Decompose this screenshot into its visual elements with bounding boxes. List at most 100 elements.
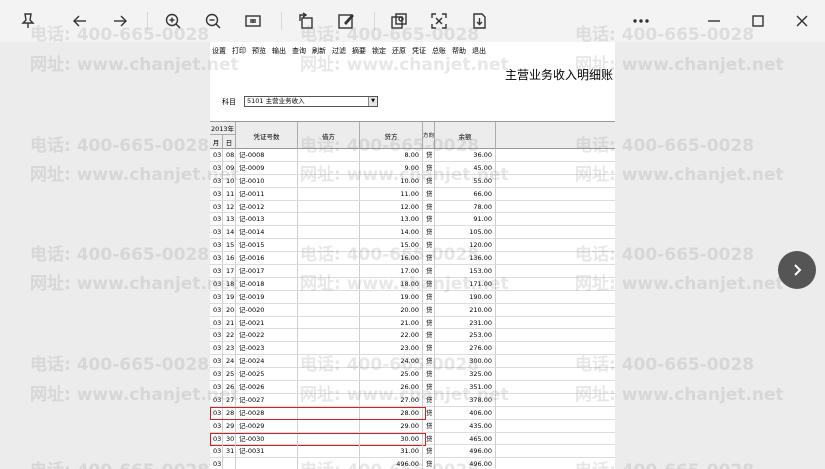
cell-direction: 贷 [423,161,435,174]
cell-voucher: 记-0020 [236,303,298,316]
cell-credit: 496.00 [360,458,423,469]
table-row: 03 15 记-0015 15.00 贷 120.00 [210,239,615,253]
cell-day: 16 [223,252,236,265]
cell-balance: 496.00 [435,458,496,469]
ledger-menu-bar: 设置 打印 预览 输出 查询 刷新 过滤 摘要 锁定 还原 凭证 总账 帮助 退出 [210,44,615,58]
rotate-icon[interactable] [294,9,318,33]
table-row: 03 21 记-0021 21.00 贷 231.00 [210,316,615,330]
cell-month: 03 [210,226,223,239]
cell-balance: 55.00 [435,174,496,187]
cell-direction: 贷 [423,187,435,200]
subject-select: 5101 主营业务收入 ▼ [244,96,378,107]
cell-day: 11 [223,187,236,200]
cell-balance: 45.00 [435,161,496,174]
table-row: 03 29 记-0029 29.00 贷 435.00 [210,419,615,433]
cell-debit [298,406,360,419]
cell-credit: 12.00 [360,200,423,213]
ledger-title: 主营业务收入明细账 [504,68,613,82]
cell-voucher [236,458,298,469]
cell-debit [298,342,360,355]
cell-day: 20 [223,303,236,316]
more-icon[interactable] [629,9,653,33]
cell-credit: 17.00 [360,265,423,278]
cell-credit: 25.00 [360,368,423,381]
cell-month: 03 [210,368,223,381]
cell-balance: 435.00 [435,419,496,432]
cell-day: 17 [223,265,236,278]
minimize-icon[interactable] [702,9,726,33]
cell-debit [298,239,360,252]
toolbar-divider [147,12,148,30]
cell-voucher: 记-0009 [236,161,298,174]
next-page-button[interactable] [778,251,816,289]
table-row: 03 11 记-0011 11.00 贷 66.00 [210,187,615,201]
watermark-site: 网址: www.chanjet.net [30,165,239,185]
cell-month: 03 [210,432,223,445]
edit-icon[interactable] [334,9,358,33]
cell-debit [298,187,360,200]
watermark-phone: 电话: 400-665-0028 [30,245,210,265]
watermark-phone: 电话: 400-665-0028 [30,355,210,375]
pin-icon[interactable] [16,9,40,33]
maximize-icon[interactable] [746,9,770,33]
table-row: 03 08 记-0008 8.00 贷 36.00 [210,149,615,162]
back-icon[interactable] [68,9,92,33]
forward-icon[interactable] [108,9,132,33]
cell-credit: 21.00 [360,316,423,329]
cell-debit [298,200,360,213]
download-icon[interactable] [467,9,491,33]
cell-credit: 27.00 [360,393,423,406]
toolbar-divider [374,12,375,30]
ledger-menu-item: 帮助 [452,47,466,55]
cell-voucher: 记-0012 [236,200,298,213]
cell-voucher: 记-0019 [236,290,298,303]
cell-debit [298,368,360,381]
cell-balance: 325.00 [435,368,496,381]
cell-month: 03 [210,316,223,329]
ledger-menu-item: 凭证 [412,47,426,55]
cell-debit [298,432,360,445]
ledger-menu-item: 输出 [272,47,286,55]
ledger-menu-item: 退出 [472,47,486,55]
cell-credit: 22.00 [360,329,423,342]
actual-size-icon[interactable] [241,9,265,33]
cell-credit: 11.00 [360,187,423,200]
cell-day: 24 [223,355,236,368]
header-year: 2013年 [210,122,236,135]
cell-balance: 253.00 [435,329,496,342]
cell-debit [298,419,360,432]
cell-direction: 贷 [423,355,435,368]
ledger-menu-item: 预览 [252,47,266,55]
watermark-phone: 电话: 400-665-0028 [30,136,210,156]
table-row: 03 22 记-0022 22.00 贷 253.00 [210,329,615,343]
cell-month: 03 [210,355,223,368]
cell-month: 03 [210,419,223,432]
cell-direction: 贷 [423,381,435,394]
header-month: 月 [210,135,223,149]
chevron-down-icon: ▼ [368,97,377,106]
cell-month: 03 [210,174,223,187]
cell-voucher: 记-0030 [236,432,298,445]
close-icon[interactable] [790,9,814,33]
cell-credit: 24.00 [360,355,423,368]
ledger-menu-item: 锁定 [372,47,386,55]
zoom-in-icon[interactable] [161,9,185,33]
cell-voucher: 记-0016 [236,252,298,265]
cell-direction: 贷 [423,149,435,161]
cell-month: 03 [210,329,223,342]
subject-label: 科目 [222,98,236,106]
cell-credit: 15.00 [360,239,423,252]
cell-debit [298,381,360,394]
cell-day: 29 [223,419,236,432]
cell-day: 18 [223,277,236,290]
cell-debit [298,393,360,406]
ocr-text-icon[interactable] [427,9,451,33]
image-search-icon[interactable] [387,9,411,33]
zoom-out-icon[interactable] [201,9,225,33]
cell-direction: 贷 [423,329,435,342]
cell-debit [298,303,360,316]
cell-month: 03 [210,200,223,213]
subject-value: 5101 主营业务收入 [247,97,305,105]
cell-credit: 9.00 [360,161,423,174]
cell-balance: 300.00 [435,355,496,368]
